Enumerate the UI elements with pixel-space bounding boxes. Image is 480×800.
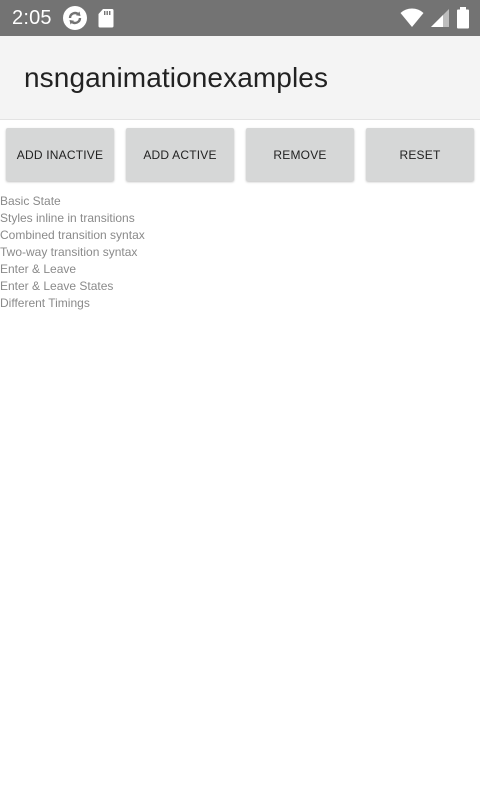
example-list: Basic State Styles inline in transitions… xyxy=(0,193,480,312)
example-item-combined-syntax[interactable]: Combined transition syntax xyxy=(0,227,480,244)
example-item-basic-state[interactable]: Basic State xyxy=(0,193,480,210)
status-left: 2:05 xyxy=(12,5,114,31)
battery-icon xyxy=(456,7,470,29)
example-item-enter-leave-states[interactable]: Enter & Leave States xyxy=(0,278,480,295)
add-active-button[interactable]: ADD ACTIVE xyxy=(126,128,234,181)
app-title: nsnganimationexamples xyxy=(24,61,329,93)
example-item-two-way-syntax[interactable]: Two-way transition syntax xyxy=(0,244,480,261)
example-item-different-timings[interactable]: Different Timings xyxy=(0,295,480,312)
remove-button[interactable]: REMOVE xyxy=(246,128,354,181)
example-item-enter-leave[interactable]: Enter & Leave xyxy=(0,261,480,278)
reset-button[interactable]: RESET xyxy=(366,128,474,181)
sync-icon xyxy=(62,5,88,31)
sd-card-icon xyxy=(98,8,114,28)
app-screen: 2:05 nsnganimationexamples ADD INACTIVE … xyxy=(0,0,480,800)
app-toolbar: nsnganimationexamples xyxy=(0,36,480,120)
status-bar: 2:05 xyxy=(0,0,480,36)
action-button-row: ADD INACTIVE ADD ACTIVE REMOVE RESET xyxy=(0,120,480,181)
cell-signal-icon xyxy=(430,8,450,28)
add-inactive-button[interactable]: ADD INACTIVE xyxy=(6,128,114,181)
example-item-styles-inline[interactable]: Styles inline in transitions xyxy=(0,210,480,227)
status-right xyxy=(400,7,470,29)
status-time: 2:05 xyxy=(12,7,52,29)
wifi-icon xyxy=(400,8,424,28)
